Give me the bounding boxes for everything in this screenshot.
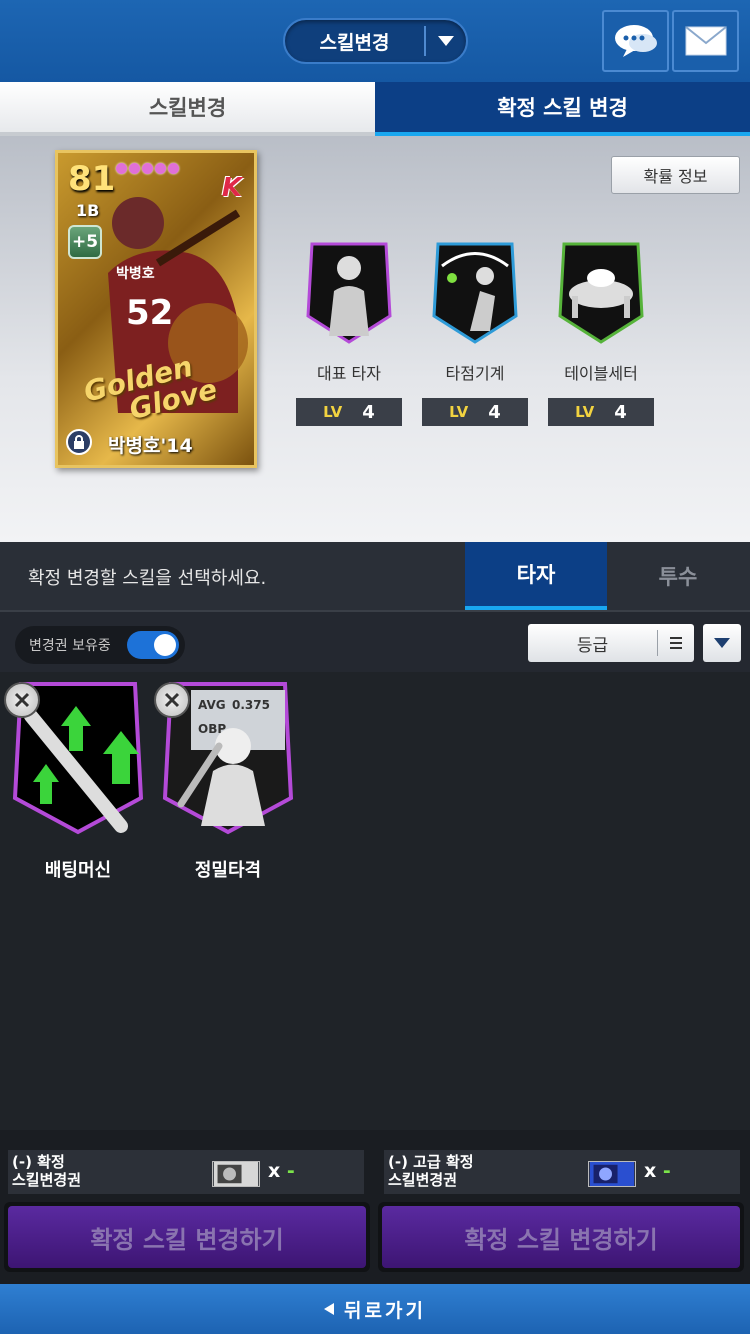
menu-lines-icon — [658, 637, 694, 649]
ticket-premium-confirmed: (-) 고급 확정 스킬변경권 x - — [384, 1150, 740, 1194]
lv-number: 4 — [488, 401, 501, 423]
batter-silhouette-icon — [306, 242, 392, 344]
lv-tag: LV — [449, 403, 469, 421]
star-icon — [129, 163, 140, 174]
runner-diamond-icon — [432, 242, 518, 344]
ticket-label: (-) 확정 스킬변경권 — [12, 1153, 81, 1189]
ticket-label-line1: (-) 확정 — [12, 1153, 65, 1171]
jersey-number: 52 — [126, 293, 174, 333]
selection-header: 확정 변경할 스킬을 선택하세요. 타자 투수 — [0, 542, 750, 610]
toggle-knob — [154, 634, 176, 656]
toggle-label: 변경권 보유중 — [29, 638, 111, 654]
skill-item-precision-hit[interactable]: AVG 0.375 OBP 정밀타격 — [154, 676, 298, 882]
ticket-count-prefix: x — [644, 1160, 657, 1182]
upgrade-badge: +5 — [68, 225, 102, 259]
current-skill-2: 타점기계 LV 4 — [422, 236, 528, 426]
tab-pitcher[interactable]: 투수 — [607, 542, 749, 610]
close-icon[interactable] — [4, 682, 40, 718]
premium-confirm-skill-change-button[interactable]: 확정 스킬 변경하기 — [378, 1202, 744, 1272]
tab-batter[interactable]: 타자 — [465, 542, 607, 610]
back-button[interactable]: 뒤로가기 — [0, 1284, 750, 1334]
star-icon — [142, 163, 153, 174]
filter-row: 변경권 보유중 등급 — [0, 610, 750, 672]
chat-button[interactable] — [602, 10, 669, 72]
mail-button[interactable] — [672, 10, 739, 72]
skill-item-batting-machine[interactable]: 배팅머신 — [4, 676, 148, 882]
grade-sort-dropdown[interactable]: 등급 — [528, 624, 694, 662]
player-stars — [116, 163, 179, 174]
grade-sort-label: 등급 — [576, 635, 609, 656]
player-rating: 81 — [68, 159, 116, 199]
premium-confirm-skill-change-label: 확정 스킬 변경하기 — [382, 1206, 740, 1268]
back-arrow-icon — [324, 1303, 335, 1315]
ticket-label-line1: (-) 고급 확정 — [388, 1153, 474, 1171]
lv-number: 4 — [614, 401, 627, 423]
skill-list: 배팅머신 AVG 0.375 OBP 정밀타격 — [0, 672, 750, 1130]
chevron-down-icon — [714, 638, 730, 648]
player-name: 박병호'14 — [108, 435, 193, 457]
mode-dropdown-label: 스킬변경 — [319, 31, 390, 54]
ticket-owned-filter: 변경권 보유중 — [15, 626, 185, 664]
skill-level: LV 4 — [296, 398, 402, 426]
skill-level: LV 4 — [548, 398, 654, 426]
skill-name: 대표 타자 — [317, 364, 381, 383]
stat-obp-label: OBP — [198, 722, 227, 736]
table-rice-bowl-icon — [558, 242, 644, 344]
back-label: 뒤로가기 — [344, 1299, 426, 1322]
current-skill-1: 대표 타자 LV 4 — [296, 236, 402, 426]
player-position: 1B — [76, 201, 100, 220]
lock-icon — [66, 429, 92, 455]
chevron-down-icon[interactable] — [426, 36, 466, 46]
stat-avg-label: AVG — [198, 698, 226, 712]
main-tabs: 스킬변경 확정 스킬 변경 — [0, 82, 750, 136]
tab-skill-change[interactable]: 스킬변경 — [0, 82, 375, 136]
lv-tag: LV — [575, 403, 595, 421]
bottom-actions: (-) 확정 스킬변경권 x - (-) 고급 확정 스킬변경권 x - 확정 … — [0, 1130, 750, 1284]
skill-name: 테이블세터 — [564, 364, 638, 383]
ticket-icon — [588, 1161, 636, 1187]
stat-avg-value: 0.375 — [232, 698, 270, 712]
player-card-area: 확률 정보 81 1B K +5 박병호 52 Golden Glove 박병호… — [0, 136, 750, 542]
current-skill-3: 테이블세터 LV 4 — [548, 236, 654, 426]
ticket-count: x - — [268, 1160, 295, 1182]
selection-prompt: 확정 변경할 스킬을 선택하세요. — [28, 568, 267, 589]
ticket-label-line2: 스킬변경권 — [12, 1171, 82, 1189]
skill-item-name: 정밀타격 — [194, 860, 262, 881]
ticket-label: (-) 고급 확정 스킬변경권 — [388, 1153, 474, 1189]
confirm-skill-change-button[interactable]: 확정 스킬 변경하기 — [4, 1202, 370, 1272]
ticket-owned-toggle[interactable] — [127, 631, 179, 659]
probability-info-button[interactable]: 확률 정보 — [611, 156, 740, 194]
skill-item-name: 배팅머신 — [44, 860, 112, 881]
ticket-icon — [212, 1161, 260, 1187]
star-icon — [116, 163, 127, 174]
lv-tag: LV — [323, 403, 343, 421]
close-icon[interactable] — [154, 682, 190, 718]
confirm-skill-change-label: 확정 스킬 변경하기 — [8, 1206, 366, 1268]
star-icon — [155, 163, 166, 174]
skill-name: 타점기계 — [445, 364, 505, 383]
sort-order-button[interactable] — [703, 624, 741, 662]
ticket-count-value: - — [286, 1160, 295, 1182]
tab-confirmed-skill-change[interactable]: 확정 스킬 변경 — [375, 82, 750, 136]
ticket-label-line2: 스킬변경권 — [388, 1171, 458, 1189]
skill-level: LV 4 — [422, 398, 528, 426]
ticket-confirmed: (-) 확정 스킬변경권 x - — [8, 1150, 364, 1194]
team-logo: K — [221, 173, 242, 203]
ticket-count-value: - — [662, 1160, 671, 1182]
chat-bubble-icon — [614, 25, 657, 57]
mail-icon — [684, 26, 727, 56]
lv-number: 4 — [362, 401, 375, 423]
player-card[interactable]: 81 1B K +5 박병호 52 Golden Glove 박병호'14 — [55, 150, 257, 468]
ticket-count: x - — [644, 1160, 671, 1182]
star-icon — [168, 163, 179, 174]
ticket-count-prefix: x — [268, 1160, 281, 1182]
top-bar: 스킬변경 — [0, 0, 750, 82]
jersey-name: 박병호 — [116, 266, 155, 282]
mode-dropdown[interactable]: 스킬변경 — [283, 18, 468, 64]
